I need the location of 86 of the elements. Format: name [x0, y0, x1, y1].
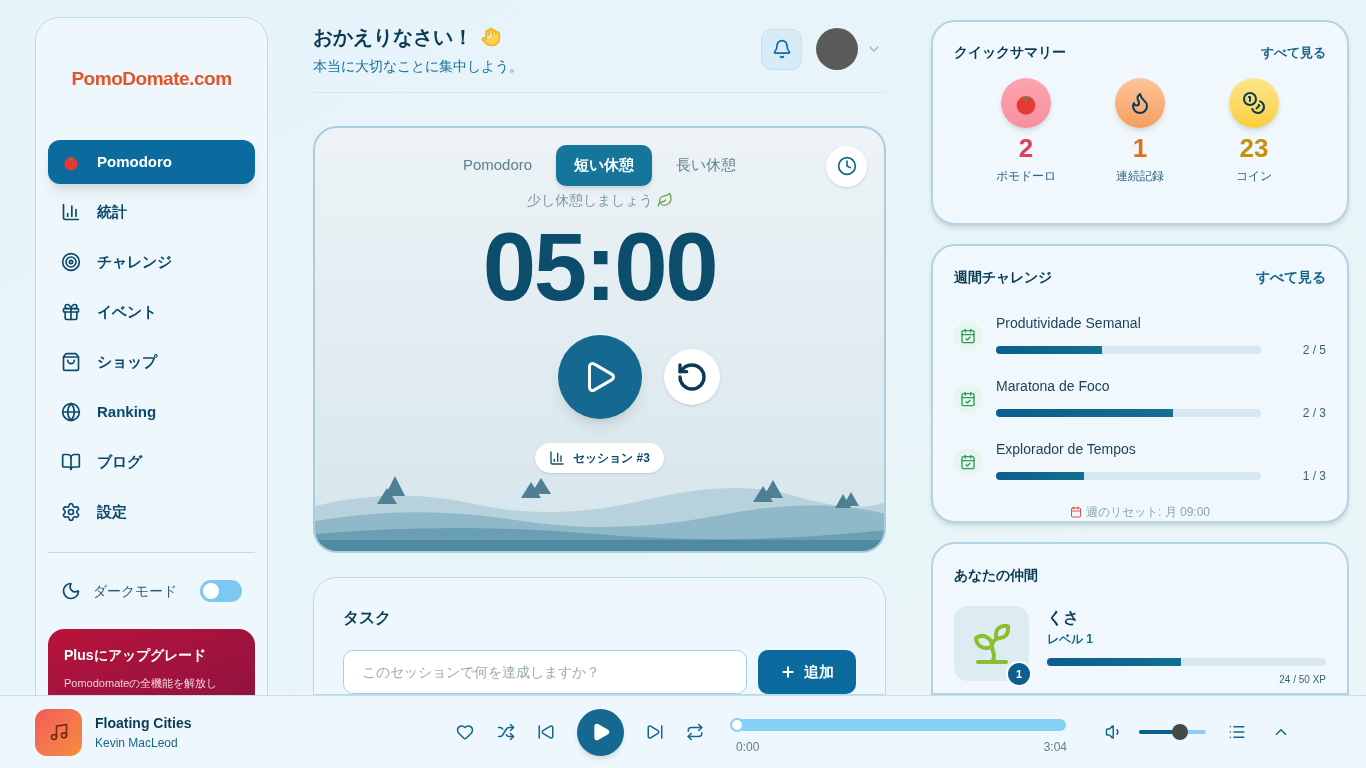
upgrade-title: Plusにアップグレード [64, 646, 207, 665]
like-button[interactable] [455, 722, 475, 742]
stat-value: 23 [1239, 132, 1269, 165]
waving-hand-icon [481, 26, 501, 47]
book-icon [61, 452, 81, 472]
playlist-button[interactable] [1228, 723, 1246, 741]
music-note-icon [48, 722, 69, 742]
calendar-check-icon [960, 454, 976, 470]
challenge-name: Maratona de Foco [996, 377, 1111, 396]
plus-icon [780, 664, 796, 680]
next-button[interactable] [646, 723, 664, 741]
nav-item[interactable]: 統計 [48, 190, 255, 234]
stat-value: 1 [1132, 132, 1148, 165]
notifications-button[interactable] [761, 28, 802, 70]
greeting-subtitle: 本当に大切なことに集中しよう。 [313, 56, 524, 76]
gift-icon [61, 302, 81, 322]
companion-name: くさ [1047, 608, 1080, 628]
reset-icon [675, 360, 708, 393]
leaf-icon [656, 192, 673, 209]
timer-tab[interactable]: 短い休憩 [556, 144, 653, 186]
nav-item[interactable]: Ranking [48, 390, 255, 434]
greeting: おかえりなさい！ [313, 24, 473, 50]
timer-tab[interactable]: Pomodoro [444, 144, 551, 186]
challenge-count: 1 / 3 [1301, 468, 1326, 485]
challenges-title: 週間チャレンジ [954, 268, 1052, 287]
volume-slider[interactable] [1139, 724, 1206, 740]
view-all-link[interactable]: すべて見る [1256, 267, 1326, 288]
challenge-count: 2 / 5 [1301, 342, 1326, 359]
nav-item[interactable]: 設定 [48, 490, 255, 534]
play-button[interactable] [577, 708, 624, 756]
logo[interactable]: PomoDomate.com [71, 64, 232, 94]
stat-value: 2 [1018, 132, 1034, 165]
reset-button[interactable] [663, 348, 720, 405]
timer-display: 05:00 [482, 218, 717, 315]
dark-mode-toggle[interactable] [200, 580, 242, 602]
calendar-icon [1070, 506, 1082, 518]
seek-thumb[interactable] [730, 718, 744, 732]
break-message: 少し休憩しましょう [526, 190, 653, 210]
globe-icon [61, 402, 81, 422]
upgrade-text: Pomodomateの全機能を解放し [64, 676, 219, 691]
nav-item[interactable]: Pomodoro [48, 140, 255, 184]
bell-icon [771, 39, 792, 60]
repeat-button[interactable] [686, 723, 704, 741]
nav-item[interactable]: チャレンジ [48, 240, 255, 284]
track-duration: 3:04 [1043, 739, 1067, 756]
clock-icon [836, 156, 857, 177]
companion-title: あなたの仲間 [954, 566, 1039, 585]
volume-thumb[interactable] [1172, 724, 1189, 740]
challenge-name: Explorador de Tempos [996, 440, 1137, 459]
session-label: セッション #3 [573, 449, 650, 467]
view-all-link[interactable]: すべて見る [1261, 42, 1326, 63]
stat-label: ポモドーロ [996, 167, 1056, 185]
list-icon [1228, 723, 1246, 741]
challenge-name: Produtividade Semanal [996, 314, 1142, 333]
target-icon [61, 252, 81, 272]
track-artist: Kevin MacLeod [95, 734, 179, 752]
nav-item[interactable]: ブログ [48, 440, 255, 484]
companion-level: レベル 1 [1047, 631, 1094, 648]
coins-icon [1242, 91, 1266, 115]
clock-button[interactable] [826, 145, 867, 187]
timer-tab[interactable]: 長い休憩 [658, 144, 755, 186]
nav-item[interactable]: ショップ [48, 340, 255, 384]
challenge-count: 2 / 3 [1301, 405, 1326, 422]
summary-title: クイックサマリー [954, 43, 1066, 62]
level-badge: 1 [1006, 661, 1032, 687]
settings-icon [61, 502, 81, 522]
stat-label: コイン [1236, 167, 1272, 185]
previous-button[interactable] [537, 723, 555, 741]
nav-item[interactable]: イベント [48, 290, 255, 334]
elapsed-time: 0:00 [736, 739, 760, 756]
dark-mode-label: ダークモード [93, 581, 178, 601]
xp-reading: 24 / 50 XP [1278, 673, 1326, 687]
bar-chart-icon [61, 202, 81, 222]
add-task-button[interactable]: 追加 [758, 650, 856, 694]
shopping-bag-icon [61, 352, 81, 372]
calendar-check-icon [960, 391, 976, 407]
avatar[interactable] [816, 28, 858, 71]
track-title: Floating Cities [95, 713, 193, 733]
task-input[interactable]: このセッションで何を達成しますか？ [343, 650, 747, 694]
moon-icon [61, 581, 81, 601]
weekly-reset-note: 週のリセット: 月 09:00 [1086, 504, 1210, 521]
stat-label: 連続記録 [1116, 167, 1164, 185]
bar-chart-icon [549, 449, 566, 466]
shuffle-button[interactable] [497, 723, 515, 741]
task-title: タスク [343, 608, 392, 628]
calendar-check-icon [960, 328, 976, 344]
